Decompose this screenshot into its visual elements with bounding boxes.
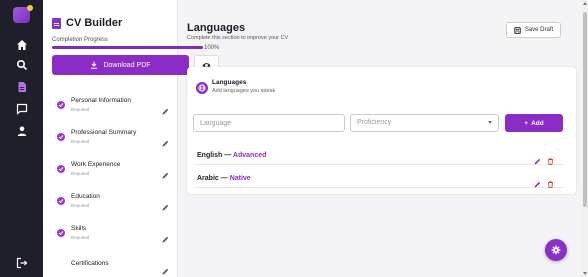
download-icon [91, 61, 98, 69]
language-entry: Arabic — Native [197, 175, 251, 182]
card-title: Languages [212, 79, 247, 86]
language-input[interactable] [193, 114, 345, 132]
language-row: English — Advanced [193, 148, 563, 165]
section-name: Work Experience [71, 161, 121, 168]
languages-card: Languages Add languages you speak Profic… [187, 67, 576, 194]
page-subtitle: Complete this section to improve your CV [187, 35, 289, 41]
language-separator: — [218, 175, 230, 182]
pencil-icon[interactable] [534, 152, 542, 165]
section-status: Required [71, 171, 90, 176]
check-circle-icon [57, 101, 65, 109]
icon-rail [0, 0, 43, 277]
progress-bar [52, 46, 203, 49]
settings-fab[interactable] [545, 239, 567, 261]
language-name: English [197, 152, 223, 159]
section-status: Required [71, 107, 90, 112]
chevron-down-icon [488, 121, 492, 124]
app-logo [13, 5, 33, 23]
user-icon[interactable] [12, 122, 32, 140]
pencil-icon[interactable] [162, 134, 169, 147]
document-icon[interactable] [12, 78, 32, 96]
page-title: Languages [187, 22, 246, 34]
progress-label: Completion Progress [52, 37, 109, 43]
save-icon [514, 26, 521, 34]
section-name: Education [71, 193, 100, 200]
trash-icon[interactable] [547, 175, 555, 188]
language-level: Advanced [232, 152, 267, 159]
home-icon[interactable] [12, 36, 32, 54]
scroll-up-arrow[interactable] [583, 2, 587, 5]
progress-bar-fill [52, 46, 203, 49]
pencil-icon[interactable] [162, 166, 169, 179]
proficiency-select[interactable]: Proficiency [350, 114, 499, 132]
section-name: Professional Summary [71, 129, 137, 136]
section-status: Required [71, 139, 90, 144]
pencil-icon[interactable] [162, 230, 169, 243]
section-name: Skills [71, 225, 87, 232]
sidebar: CV Builder Completion Progress 100% Down… [43, 0, 219, 277]
save-draft-label: Save Draft [524, 27, 554, 33]
app-title: CV Builder [52, 17, 122, 29]
globe-icon [196, 82, 208, 94]
scroll-down-arrow[interactable] [583, 272, 587, 275]
language-separator: — [222, 152, 233, 159]
pencil-icon[interactable] [534, 175, 542, 188]
section-name: Personal Information [71, 97, 131, 104]
pencil-icon[interactable] [162, 198, 169, 211]
check-circle-icon [57, 197, 65, 205]
plus-icon: + [524, 119, 529, 127]
card-subtitle: Add languages you speak [212, 88, 276, 94]
pencil-icon[interactable] [162, 262, 169, 275]
gear-icon [551, 245, 561, 255]
check-circle-icon [57, 133, 65, 141]
download-pdf-label: Download PDF [103, 61, 151, 69]
section-status: Required [71, 203, 90, 208]
download-pdf-button[interactable]: Download PDF [52, 55, 189, 75]
app-root: CV Builder Completion Progress 100% Down… [0, 0, 588, 277]
section-status: Required [71, 235, 90, 240]
add-language-label: Add [531, 119, 544, 127]
language-level: Native [229, 175, 251, 182]
check-circle-icon [57, 229, 65, 237]
language-row: Arabic — Native [193, 171, 563, 188]
proficiency-placeholder: Proficiency [357, 119, 392, 126]
chat-icon[interactable] [12, 100, 32, 118]
section-name: Certifications [71, 260, 109, 267]
check-circle-icon [57, 165, 65, 173]
search-icon[interactable] [12, 56, 32, 74]
app-title-text: CV Builder [66, 17, 123, 29]
language-entry: English — Advanced [197, 152, 266, 159]
progress-percent: 100% [204, 45, 220, 51]
document-icon [52, 17, 61, 29]
language-name: Arabic [197, 175, 219, 182]
trash-icon[interactable] [547, 152, 555, 165]
pencil-icon[interactable] [162, 102, 169, 115]
save-draft-button[interactable]: Save Draft [506, 22, 561, 38]
add-language-button[interactable]: + Add [505, 114, 563, 132]
scrollbar-thumb[interactable] [583, 12, 587, 207]
logout-icon[interactable] [12, 254, 32, 272]
